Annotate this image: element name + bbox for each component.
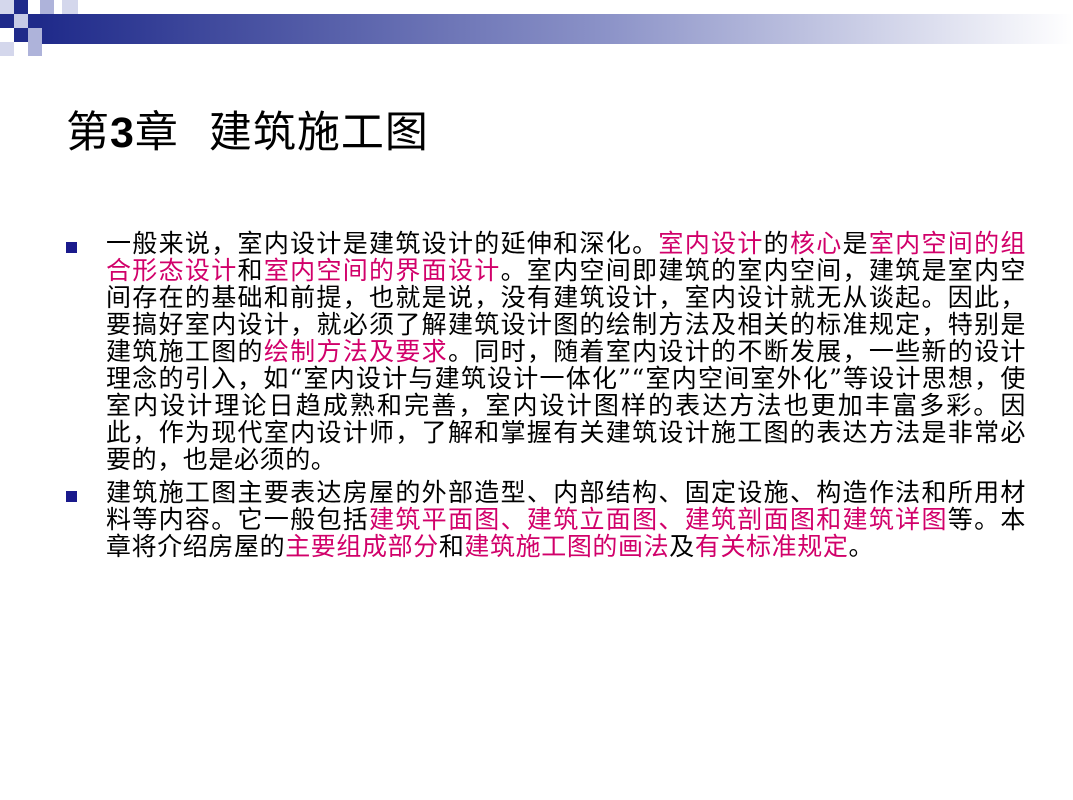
bullet-paragraph-1: 一般来说，室内设计是建筑设计的延伸和深化。室内设计的核心是室内空间的组合形态设计… bbox=[106, 230, 1026, 473]
text-segment: 的 bbox=[763, 229, 790, 258]
highlight-segment: 建筑施工图的画法 bbox=[464, 532, 670, 561]
highlight-segment: 室内空间的界面设计 bbox=[263, 256, 501, 285]
highlight-segment: 室内设计 bbox=[658, 229, 764, 258]
square-bullet-icon bbox=[66, 491, 77, 502]
chapter-number: 3 bbox=[110, 109, 135, 157]
highlight-segment: 核心 bbox=[789, 229, 843, 258]
square-bullet-icon bbox=[66, 242, 77, 253]
slide-content: 一般来说，室内设计是建筑设计的延伸和深化。室内设计的核心是室内空间的组合形态设计… bbox=[66, 230, 1026, 566]
text-segment: 一般来说，室内设计是建筑设计的延伸和深化。 bbox=[106, 229, 659, 258]
bullet-item-1: 一般来说，室内设计是建筑设计的延伸和深化。室内设计的核心是室内空间的组合形态设计… bbox=[66, 230, 1026, 473]
text-segment: 。 bbox=[848, 532, 875, 561]
bullet-item-2: 建筑施工图主要表达房屋的外部造型、内部结构、固定设施、构造作法和所用材料等内容。… bbox=[66, 479, 1026, 560]
slide-title: 第3章 建筑施工图 bbox=[66, 98, 429, 160]
top-decoration-bar bbox=[0, 0, 1073, 56]
text-segment: 和 bbox=[438, 532, 465, 561]
text-segment: 及 bbox=[669, 532, 695, 561]
highlight-segment: 建筑平面图、建筑立面图、建筑剖面图和建筑详图 bbox=[369, 505, 948, 534]
highlight-segment: 有关标准规定 bbox=[694, 532, 849, 561]
title-text: 建筑施工图 bbox=[208, 108, 429, 158]
title-suffix: 章 bbox=[134, 108, 179, 158]
text-segment: 和 bbox=[237, 256, 264, 285]
bullet-paragraph-2: 建筑施工图主要表达房屋的外部造型、内部结构、固定设施、构造作法和所用材料等内容。… bbox=[106, 479, 1026, 560]
highlight-segment: 绘制方法及要求 bbox=[263, 337, 448, 366]
title-prefix: 第 bbox=[66, 108, 110, 158]
highlight-segment: 主要组成部分 bbox=[285, 532, 439, 561]
text-segment: 是 bbox=[842, 229, 869, 258]
